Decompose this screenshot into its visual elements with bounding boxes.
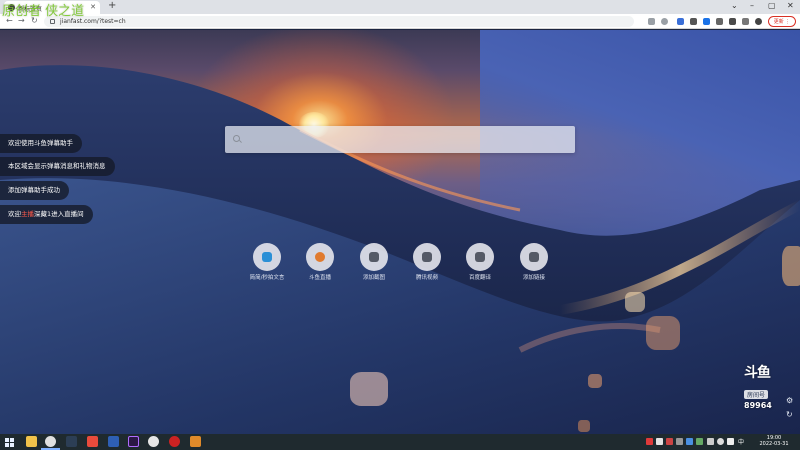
tab-search-icon[interactable]: ⌄ xyxy=(731,1,738,10)
update-button[interactable]: 更新 ⋮ xyxy=(768,16,796,27)
url-text: jianfast.com/?test=ch xyxy=(60,18,126,25)
windows-start-icon[interactable] xyxy=(5,438,14,447)
shortcut-label: 添加截图 xyxy=(362,275,385,281)
lock-icon xyxy=(50,19,55,24)
bokeh-light xyxy=(588,374,602,388)
shortcut-button[interactable] xyxy=(520,243,548,271)
app-icon[interactable] xyxy=(148,436,159,447)
shortcut-button[interactable] xyxy=(360,243,388,271)
share-icon[interactable] xyxy=(648,18,655,25)
shortcut-label: 腾讯视频 xyxy=(415,275,438,281)
ime-indicator[interactable]: 中 xyxy=(738,437,744,446)
extension-icon[interactable] xyxy=(690,18,697,25)
link-icon xyxy=(369,252,379,262)
extension-icon[interactable] xyxy=(703,18,710,25)
douyu-logo: 斗鱼 xyxy=(744,365,771,381)
tray-app-icon[interactable] xyxy=(656,438,663,445)
tray-app-icon[interactable] xyxy=(696,438,703,445)
bokeh-light xyxy=(350,372,388,406)
gear-icon[interactable]: ⚙ xyxy=(786,396,793,405)
refresh-icon[interactable]: ↻ xyxy=(786,410,793,419)
watermark-text: 原创者 侠之道 xyxy=(2,4,85,19)
bokeh-light xyxy=(782,246,800,286)
chat-text: 添加弹幕助手成功 xyxy=(8,186,60,194)
maximize-icon[interactable]: ▢ xyxy=(768,1,776,10)
search-box[interactable] xyxy=(225,126,575,153)
puzzle-icon[interactable] xyxy=(729,18,736,25)
chat-text: 欢迎使用斗鱼弹幕助手 xyxy=(8,139,73,147)
tray-app-icon[interactable] xyxy=(686,438,693,445)
app-icon[interactable] xyxy=(87,436,98,447)
link-icon xyxy=(475,252,485,262)
close-window-icon[interactable]: ✕ xyxy=(787,1,794,10)
chat-text-prefix: 欢迎 xyxy=(8,210,21,218)
browser-toolbar: ← → ↻ jianfast.com/?test=ch 更新 ⋮ xyxy=(0,14,800,29)
tray-app-icon[interactable] xyxy=(666,438,673,445)
bokeh-light xyxy=(625,292,645,312)
address-bar[interactable]: jianfast.com/?test=ch xyxy=(44,16,634,27)
la-icon xyxy=(262,252,272,262)
steam-icon[interactable] xyxy=(66,436,77,447)
room-number: 89964 xyxy=(744,401,772,410)
taskbar: 中 19:00 2022-03-31 xyxy=(0,434,800,450)
new-tab-icon[interactable]: + xyxy=(108,0,116,11)
chat-message: 欢迎主播深藏1进入直播间 xyxy=(0,205,93,224)
link-icon xyxy=(529,252,539,262)
shortcut-6[interactable]: 添加链接 xyxy=(506,243,562,281)
premiere-icon[interactable] xyxy=(128,436,139,447)
shortcut-1[interactable]: 简简/秒拍文言 xyxy=(239,243,295,281)
tray-app-icon[interactable] xyxy=(676,438,683,445)
chrome-icon[interactable] xyxy=(45,436,56,447)
bokeh-light xyxy=(578,420,590,432)
star-icon[interactable] xyxy=(661,18,668,25)
obs-icon[interactable] xyxy=(169,436,180,447)
app-icon[interactable] xyxy=(108,436,119,447)
chat-username: 主播 xyxy=(21,210,34,218)
minimize-icon[interactable]: – xyxy=(750,1,754,10)
bokeh-light xyxy=(646,316,680,350)
shortcut-3[interactable]: 添加截图 xyxy=(346,243,402,281)
shortcut-button[interactable] xyxy=(466,243,494,271)
chat-message: 添加弹幕助手成功 xyxy=(0,181,69,200)
extension-icon[interactable] xyxy=(716,18,723,25)
douyu-room-logo: 斗鱼 房间号 89964 xyxy=(744,362,792,424)
shortcut-button[interactable] xyxy=(413,243,441,271)
link-icon xyxy=(422,252,432,262)
shortcut-button[interactable] xyxy=(253,243,281,271)
tray-app-icon[interactable] xyxy=(646,438,653,445)
room-number-badge: 房间号 xyxy=(744,390,769,399)
tab-close-icon[interactable]: ✕ xyxy=(90,3,96,11)
shortcut-button[interactable] xyxy=(306,243,334,271)
ocean-wave xyxy=(0,65,800,434)
shortcut-label: 简简/秒拍文言 xyxy=(249,275,285,281)
shortcut-5[interactable]: 百度翻译 xyxy=(452,243,508,281)
clock-date: 2022-03-31 xyxy=(759,441,789,447)
app-icon[interactable] xyxy=(190,436,201,447)
volume-icon[interactable] xyxy=(727,438,734,445)
sidebar-icon[interactable] xyxy=(742,18,749,25)
shortcut-2[interactable]: 斗鱼直播 xyxy=(292,243,348,281)
chat-text: 本区域会显示弹幕消息和礼物消息 xyxy=(8,162,106,170)
shortcut-label: 添加链接 xyxy=(522,275,545,281)
tab-strip: 新标签页 ✕ + ⌄ – ▢ ✕ xyxy=(0,0,800,14)
shortcut-4[interactable]: 腾讯视频 xyxy=(399,243,455,281)
new-tab-background xyxy=(0,30,800,434)
file-explorer-icon[interactable] xyxy=(26,436,37,447)
translate-extension-icon[interactable] xyxy=(677,18,684,25)
chat-text-suffix: 深藏1进入直播间 xyxy=(34,210,84,218)
douyu-icon xyxy=(315,252,325,262)
system-clock[interactable]: 19:00 2022-03-31 xyxy=(756,435,792,447)
shortcut-label: 斗鱼直播 xyxy=(308,275,331,281)
network-icon[interactable] xyxy=(717,438,724,445)
profile-avatar-icon[interactable] xyxy=(755,18,762,25)
chat-message: 本区域会显示弹幕消息和礼物消息 xyxy=(0,157,115,176)
chat-message: 欢迎使用斗鱼弹幕助手 xyxy=(0,134,82,153)
search-icon xyxy=(233,135,240,142)
battery-icon[interactable] xyxy=(707,438,714,445)
shortcut-label: 百度翻译 xyxy=(468,275,491,281)
